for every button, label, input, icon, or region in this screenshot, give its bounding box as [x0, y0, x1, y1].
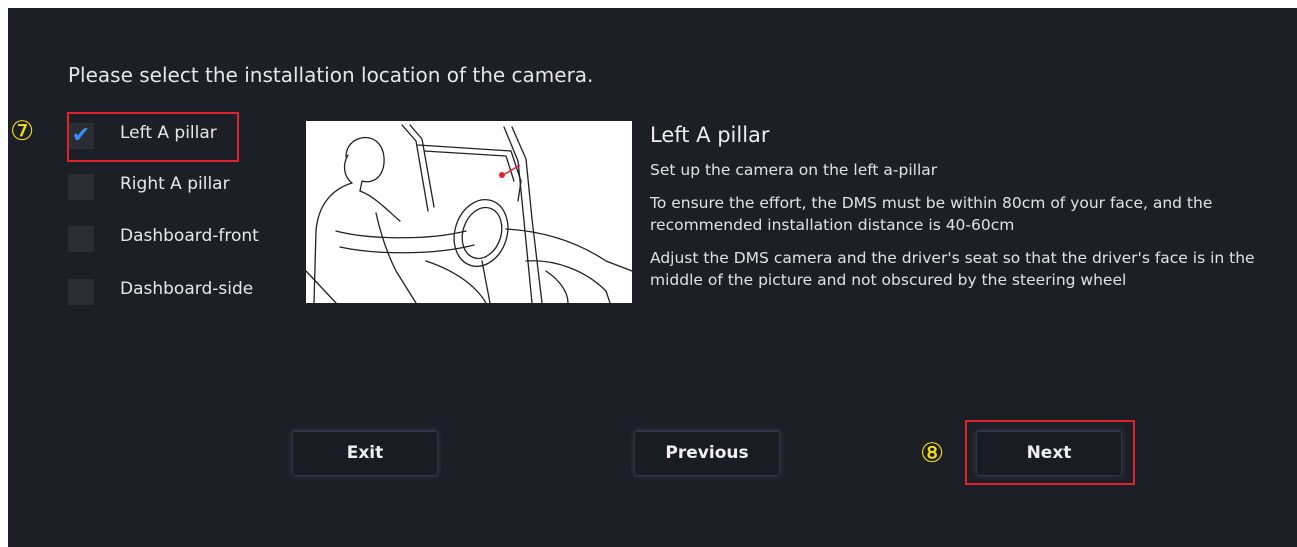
- location-detail: Left A pillar Set up the camera on the l…: [650, 123, 1290, 291]
- option-right-a-pillar[interactable]: Right A pillar: [66, 165, 296, 205]
- detail-paragraph: To ensure the effort, the DMS must be wi…: [650, 194, 1213, 234]
- next-button[interactable]: Next: [976, 430, 1122, 476]
- option-label: Dashboard-side: [120, 279, 254, 299]
- driver-cabin-drawing: [306, 124, 632, 303]
- check-icon: ✔: [71, 123, 91, 148]
- checkbox-dashboard-side[interactable]: [68, 279, 94, 305]
- previous-button[interactable]: Previous: [634, 430, 780, 476]
- option-label: Left A pillar: [120, 123, 217, 143]
- detail-paragraph: Adjust the DMS camera and the driver's s…: [650, 249, 1255, 289]
- page-prompt: Please select the installation location …: [68, 63, 594, 87]
- checkbox-left-a-pillar[interactable]: ✔: [68, 123, 94, 149]
- detail-title: Left A pillar: [650, 123, 770, 147]
- checkbox-dashboard-front[interactable]: [68, 226, 94, 252]
- camera-dot-icon: [499, 172, 505, 178]
- option-label: Dashboard-front: [120, 226, 259, 246]
- detail-paragraph: Set up the camera on the left a-pillar: [650, 161, 938, 179]
- camera-setup-screen: Please select the installation location …: [8, 8, 1297, 547]
- checkbox-right-a-pillar[interactable]: [68, 174, 94, 200]
- option-label: Right A pillar: [120, 174, 230, 194]
- option-dashboard-side[interactable]: Dashboard-side: [66, 270, 296, 310]
- camera-position-illustration: [306, 121, 632, 303]
- option-left-a-pillar[interactable]: ✔ Left A pillar: [66, 114, 296, 154]
- option-dashboard-front[interactable]: Dashboard-front: [66, 217, 296, 257]
- annotation-marker-8: ⑧: [920, 438, 945, 469]
- annotation-marker-7: ⑦: [10, 116, 35, 147]
- exit-button[interactable]: Exit: [292, 430, 438, 476]
